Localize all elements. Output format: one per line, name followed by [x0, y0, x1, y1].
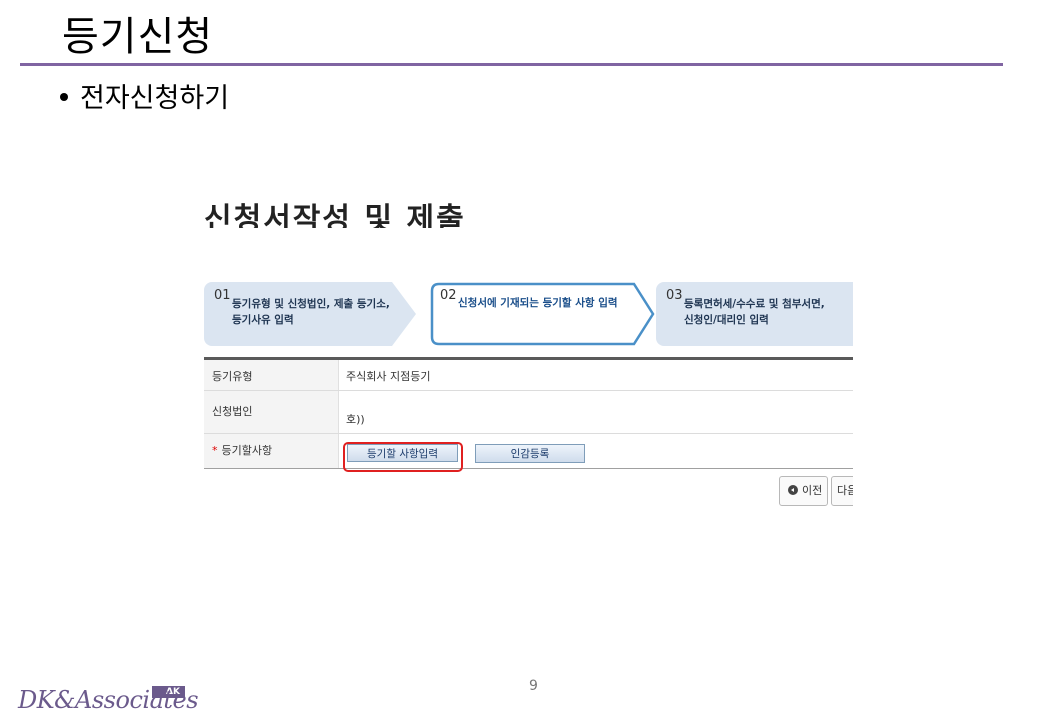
form-label: 등기유형 — [212, 370, 253, 383]
highlight-box — [343, 442, 463, 472]
title-divider — [20, 63, 1003, 66]
form-row-applicant-corp: 신청법인 호)) — [204, 391, 853, 434]
bullet-text: 전자신청하기 — [80, 83, 230, 114]
bullet-item: 전자신청하기 — [60, 76, 229, 115]
arrow-left-icon — [788, 485, 798, 495]
form-label: 등기할사항 — [221, 444, 273, 457]
step-3-number: 03 — [666, 288, 683, 303]
step-2-active: 02 신청서에 기재되는 등기할 사항 입력 — [430, 282, 656, 346]
required-mark: * — [212, 444, 218, 457]
prev-button[interactable]: 이전 — [779, 476, 828, 506]
step-1-number: 01 — [214, 288, 231, 303]
active-step-outline — [430, 282, 655, 346]
next-button[interactable]: 다음 — [831, 476, 853, 506]
step-3: 03 등록면허세/수수료 및 첨부서면, 신청인/대리인 입력 — [656, 282, 853, 346]
step-1-text: 등기유형 및 신청법인, 제출 등기소, 등기사유 입력 — [232, 298, 390, 326]
form-value: 호)) — [346, 413, 365, 426]
company-logo: ΔK DK&Associates — [18, 684, 203, 720]
form-value: 주식회사 지점등기 — [346, 370, 431, 383]
step-1: 01 등기유형 및 신청법인, 제출 등기소, 등기사유 입력 — [204, 282, 416, 346]
seal-register-button[interactable]: 인감등록 — [475, 444, 585, 463]
logo-text: DK&Associates — [18, 686, 199, 714]
step-3-text: 등록면허세/수수료 및 첨부서면, 신청인/대리인 입력 — [684, 298, 825, 326]
page-number: 9 — [529, 678, 538, 694]
slide-title: 등기신청 — [62, 14, 214, 60]
form-row-registration-type: 등기유형 주식회사 지점등기 — [204, 360, 853, 391]
bullet-dot — [60, 92, 68, 101]
form-row-registration-items: * 등기할사항 등기할 사항입력 인감등록 — [204, 434, 853, 469]
screenshot-title: 신청서작성 및 제출 — [204, 202, 466, 228]
step-2-number: 02 — [440, 288, 457, 303]
embedded-screenshot: 신청서작성 및 제출 01 등기유형 및 신청법인, 제출 등기소, 등기사유 … — [204, 190, 853, 520]
form-label: 신청법인 — [212, 405, 253, 418]
step-2-text: 신청서에 기재되는 등기할 사항 입력 — [458, 297, 618, 309]
